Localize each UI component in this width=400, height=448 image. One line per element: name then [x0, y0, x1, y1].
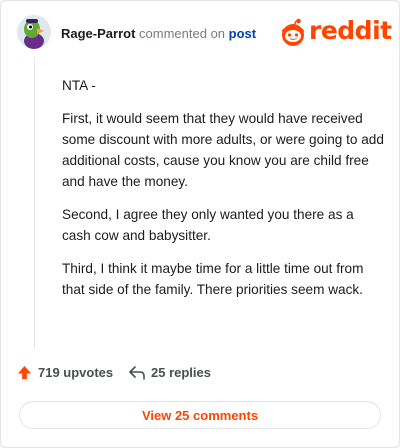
comment-byline: Rage-Parrot commented on post [61, 26, 256, 41]
comment-paragraph: Second, I agree they only wanted you the… [62, 207, 354, 243]
comment-body: NTA - First, it would seem that they wou… [62, 75, 384, 312]
upvote-button[interactable]: 719 upvotes [17, 365, 113, 380]
comment-paragraph: NTA - [62, 78, 96, 93]
upvote-arrow-icon [17, 365, 32, 380]
upvote-count: 719 upvotes [38, 365, 114, 380]
comment-header: Rage-Parrot commented on post reddit [17, 15, 392, 51]
username-link[interactable]: Rage-Parrot [61, 26, 135, 41]
view-comments-button[interactable]: View 25 comments [19, 401, 381, 429]
reddit-logo-icon [282, 18, 304, 46]
comment-actions: 719 upvotes 25 replies [17, 365, 383, 387]
reddit-logo[interactable]: reddit [279, 15, 392, 49]
reply-count: 25 replies [151, 365, 211, 380]
comment-paragraph: Third, I think it maybe time for a littl… [62, 261, 364, 297]
comment-paragraph: First, it would seem that they would hav… [62, 111, 384, 189]
replies-button[interactable]: 25 replies [129, 365, 211, 380]
thread-line [34, 57, 35, 349]
brand-wordmark: reddit [309, 16, 392, 45]
avatar[interactable] [17, 15, 51, 49]
post-link[interactable]: post [229, 26, 256, 41]
reply-arrow-icon [129, 365, 145, 380]
comment-card: Rage-Parrot commented on post reddit NTA… [0, 0, 400, 448]
action-text: commented on [139, 26, 226, 41]
